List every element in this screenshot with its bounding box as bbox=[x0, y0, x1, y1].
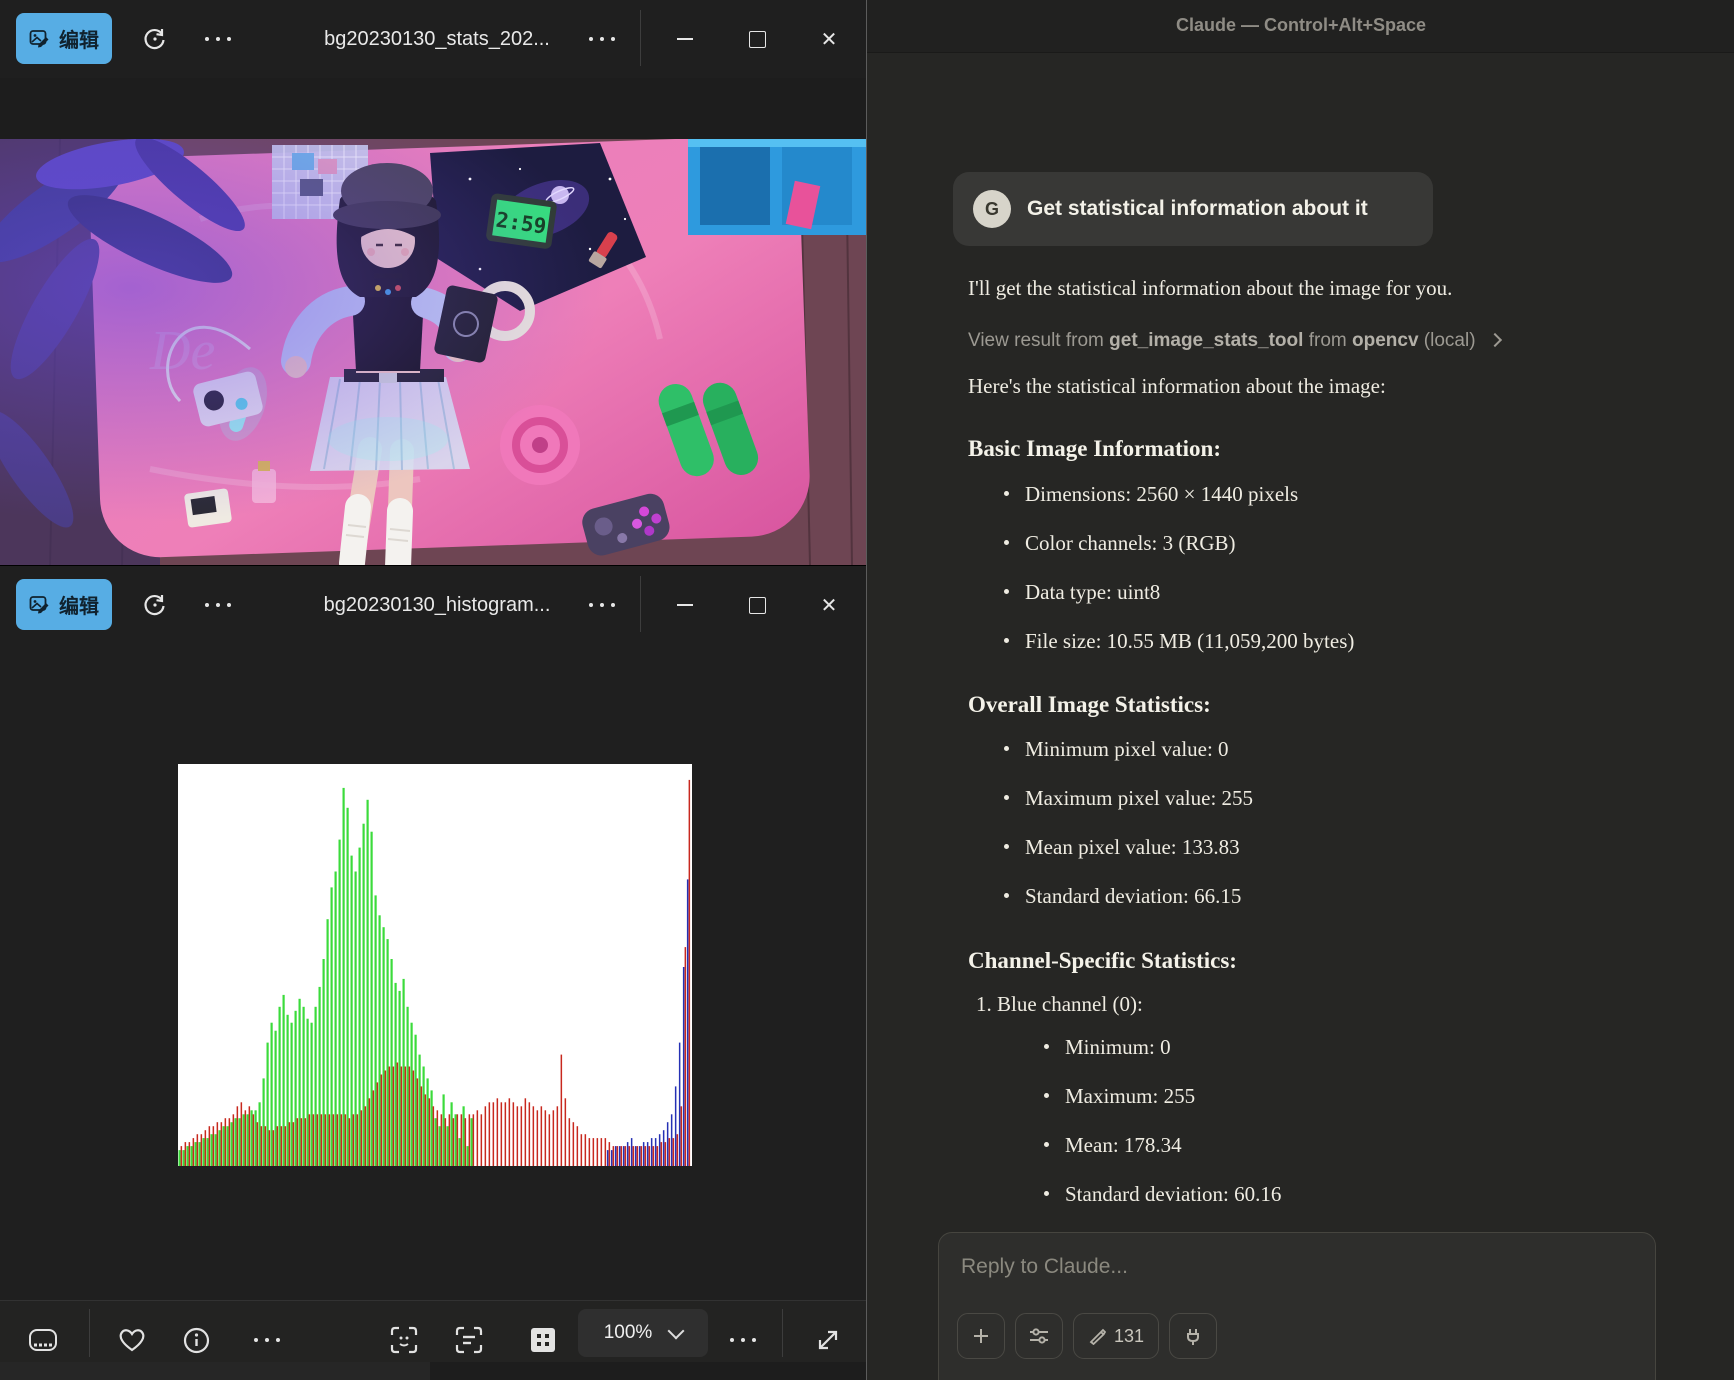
rotate-icon[interactable] bbox=[135, 566, 175, 644]
claude-panel: Claude — Control+Alt+Space G Get statist… bbox=[866, 0, 1734, 1380]
minimize-button[interactable] bbox=[663, 0, 707, 78]
more-icon[interactable] bbox=[582, 566, 622, 644]
zoom-level: 100% bbox=[603, 1322, 653, 1343]
rotate-icon[interactable] bbox=[135, 0, 175, 78]
chevron-right-icon bbox=[1487, 332, 1502, 348]
desktop: 编辑 bg20230130_stats_202... ✕ 编辑 bg202301… bbox=[0, 0, 1734, 1380]
histogram-image bbox=[178, 764, 692, 1166]
edit-image-icon bbox=[29, 595, 49, 613]
tool-name: get_image_stats_tool bbox=[1109, 330, 1304, 351]
edit-image-icon bbox=[29, 29, 49, 47]
context-counter-button[interactable]: 131 bbox=[1073, 1313, 1159, 1359]
divider bbox=[640, 10, 641, 66]
section-heading: Overall Image Statistics: bbox=[968, 692, 1211, 717]
histogram-titlebar: 编辑 bg20230130_histogram... ✕ bbox=[0, 566, 866, 644]
numbered-item: 1. Blue channel (0): bbox=[976, 992, 1143, 1016]
edit-button-label: 编辑 bbox=[59, 30, 99, 52]
tools-settings-button[interactable] bbox=[1015, 1313, 1063, 1359]
photo-viewer-stats-window: 编辑 bg20230130_stats_202... ✕ bbox=[0, 0, 866, 565]
sliders-icon bbox=[1030, 1328, 1048, 1344]
taskbar-strip bbox=[430, 1362, 866, 1380]
tool-source: opencv bbox=[1352, 330, 1419, 351]
divider bbox=[640, 576, 641, 632]
minimize-button[interactable] bbox=[663, 566, 707, 644]
section-heading: Channel-Specific Statistics: bbox=[968, 948, 1237, 973]
maximize-button[interactable] bbox=[735, 0, 779, 78]
list-item: Maximum: 255 bbox=[1044, 1084, 1195, 1109]
plus-icon bbox=[974, 1329, 988, 1343]
tool-result-link[interactable]: View result from get_image_stats_tool fr… bbox=[968, 330, 1502, 352]
assistant-intro-text: I'll get the statistical information abo… bbox=[968, 276, 1453, 300]
user-avatar: G bbox=[973, 190, 1011, 228]
more-icon[interactable] bbox=[582, 0, 622, 78]
section-heading: Basic Image Information: bbox=[968, 436, 1221, 461]
list-item: File size: 10.55 MB (11,059,200 bytes) bbox=[1004, 629, 1354, 654]
maximize-button[interactable] bbox=[735, 566, 779, 644]
pen-icon bbox=[1089, 1328, 1106, 1345]
context-counter: 131 bbox=[1113, 1325, 1145, 1346]
reply-input[interactable]: Reply to Claude... 131 bbox=[938, 1232, 1656, 1380]
claude-header: Claude — Control+Alt+Space bbox=[867, 0, 1734, 53]
list-item: Minimum pixel value: 0 bbox=[1004, 737, 1229, 762]
list-item: Mean: 178.34 bbox=[1044, 1133, 1182, 1158]
list-item: Color channels: 3 (RGB) bbox=[1004, 531, 1236, 556]
list-item: Standard deviation: 60.16 bbox=[1044, 1182, 1281, 1207]
taskbar-strip bbox=[0, 1362, 430, 1380]
reply-placeholder: Reply to Claude... bbox=[961, 1255, 1128, 1278]
close-button[interactable]: ✕ bbox=[807, 566, 851, 644]
more-icon[interactable] bbox=[198, 0, 238, 78]
histogram-window-title: bg20230130_histogram... bbox=[323, 593, 551, 616]
list-item: Data type: uint8 bbox=[1004, 580, 1160, 605]
photo-artwork: 2:59 bbox=[0, 139, 866, 565]
result-intro-text: Here's the statistical information about… bbox=[968, 374, 1386, 398]
add-attachment-button[interactable] bbox=[957, 1313, 1005, 1359]
edit-button-label: 编辑 bbox=[59, 596, 99, 618]
more-icon[interactable] bbox=[198, 566, 238, 644]
divider bbox=[89, 1309, 90, 1357]
chevron-down-icon bbox=[667, 1322, 685, 1339]
edit-button[interactable]: 编辑 bbox=[16, 579, 112, 630]
user-message-text: Get statistical information about it bbox=[1027, 197, 1368, 220]
plug-icon bbox=[1187, 1329, 1199, 1345]
list-item: Mean pixel value: 133.83 bbox=[1004, 835, 1240, 860]
claude-window-title: Claude — Control+Alt+Space bbox=[1175, 15, 1427, 35]
list-item: Minimum: 0 bbox=[1044, 1035, 1171, 1060]
list-item: Maximum pixel value: 255 bbox=[1004, 786, 1253, 811]
photo-viewer-histogram-window: 编辑 bg20230130_histogram... ✕ bbox=[0, 565, 866, 1380]
divider bbox=[782, 1309, 783, 1357]
stats-titlebar: 编辑 bg20230130_stats_202... ✕ bbox=[0, 0, 866, 78]
stats-window-title: bg20230130_stats_202... bbox=[324, 27, 550, 50]
list-item: Standard deviation: 66.15 bbox=[1004, 884, 1241, 909]
zoom-control[interactable]: 100% bbox=[578, 1309, 708, 1357]
close-button[interactable]: ✕ bbox=[807, 0, 851, 78]
connector-button[interactable] bbox=[1169, 1313, 1217, 1359]
list-item: Dimensions: 2560 × 1440 pixels bbox=[1004, 482, 1298, 507]
user-message-bubble: G Get statistical information about it bbox=[953, 172, 1433, 246]
edit-button[interactable]: 编辑 bbox=[16, 13, 112, 64]
